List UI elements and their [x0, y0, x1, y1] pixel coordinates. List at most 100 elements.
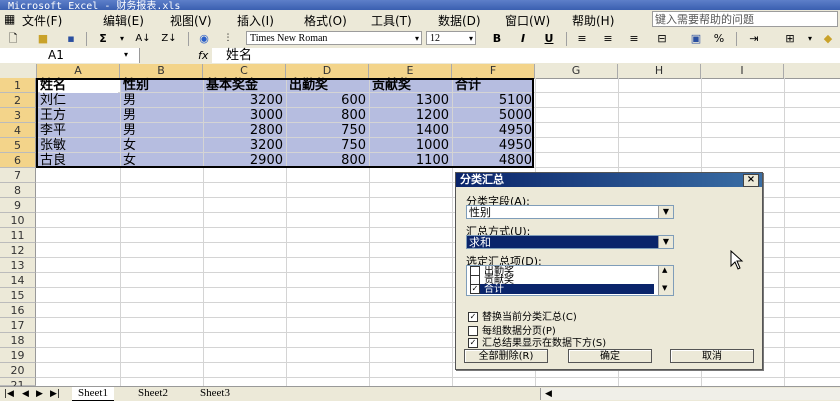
column-header-f[interactable]: F — [452, 64, 535, 78]
summary-below-option[interactable]: ✓ 汇总结果显示在数据下方(S) — [468, 334, 606, 349]
fill-color-icon[interactable]: ◆ — [820, 31, 836, 46]
chevron-down-icon[interactable]: ▾ — [415, 32, 419, 46]
chevron-down-icon[interactable]: ▾ — [806, 31, 814, 46]
bold-button[interactable]: B — [490, 31, 504, 46]
scroll-down-icon[interactable]: ▼ — [662, 284, 667, 292]
row-header[interactable]: 13 — [0, 258, 36, 273]
help-search-input[interactable]: 键入需要帮助的问题 — [652, 11, 838, 27]
row-header[interactable]: 18 — [0, 333, 36, 348]
menu-view[interactable]: 视图(V) — [170, 12, 212, 29]
align-center-icon[interactable]: ≡ — [600, 31, 616, 46]
group-field-select[interactable]: 性别 ▼ — [466, 205, 674, 219]
list-item-selected[interactable]: ✓ 合计 — [470, 284, 654, 295]
replace-subtotals-option[interactable]: ✓ 替换当前分类汇总(C) — [468, 308, 577, 323]
percent-button[interactable]: % — [712, 31, 726, 46]
scroll-up-icon[interactable]: ▲ — [662, 266, 667, 274]
function-select[interactable]: 求和 ▼ — [466, 235, 674, 249]
row-header[interactable]: 9 — [0, 198, 36, 213]
menu-data[interactable]: 数据(D) — [438, 12, 481, 29]
sort-descending-icon[interactable]: Z↓ — [160, 31, 178, 46]
menu-format[interactable]: 格式(O) — [304, 12, 347, 29]
column-header-a[interactable]: A — [37, 64, 120, 78]
chevron-down-icon[interactable]: ▾ — [124, 50, 128, 59]
menu-insert[interactable]: 插入(I) — [237, 12, 274, 29]
row-header[interactable]: 11 — [0, 228, 36, 243]
italic-button[interactable]: I — [516, 31, 530, 46]
row-header[interactable]: 2 — [0, 93, 36, 108]
row-header[interactable]: 8 — [0, 183, 36, 198]
ok-button[interactable]: 确定 — [568, 349, 652, 363]
row-header[interactable]: 5 — [0, 138, 36, 153]
name-box[interactable]: A1 — [0, 48, 140, 63]
checkbox-checked[interactable]: ✓ — [470, 284, 480, 294]
new-icon[interactable]: 🗋 — [6, 31, 20, 46]
first-sheet-icon[interactable]: |◀ — [4, 388, 14, 400]
currency-icon[interactable]: ▣ — [688, 31, 704, 46]
toolbar-options-icon[interactable]: ⋮ — [222, 31, 234, 46]
column-header-d[interactable]: D — [286, 64, 369, 78]
row-header[interactable]: 6 — [0, 153, 36, 168]
checkbox-checked[interactable]: ✓ — [468, 312, 478, 322]
help-icon[interactable]: ◉ — [196, 31, 212, 46]
underline-button[interactable]: U — [542, 31, 556, 46]
column-header-b[interactable]: B — [120, 64, 203, 78]
list-scrollbar[interactable]: ▲ ▼ — [658, 266, 673, 295]
menu-file[interactable]: 文件(F) — [22, 12, 62, 29]
cancel-button[interactable]: 取消 — [670, 349, 754, 363]
row-header[interactable]: 19 — [0, 348, 36, 363]
column-header-g[interactable]: G — [535, 64, 618, 78]
next-sheet-icon[interactable]: ▶ — [36, 388, 43, 400]
tab-sheet2[interactable]: Sheet2 — [132, 387, 174, 400]
chevron-down-icon[interactable]: ▼ — [658, 206, 673, 218]
tab-sheet3[interactable]: Sheet3 — [194, 387, 236, 400]
row-header[interactable]: 14 — [0, 273, 36, 288]
summary-items-list[interactable]: 出勤奖 贡献奖 ✓ 合计 ▲ ▼ — [466, 265, 674, 296]
menu-window[interactable]: 窗口(W) — [505, 12, 550, 29]
formula-input[interactable]: 姓名 — [212, 48, 840, 63]
row-header[interactable]: 20 — [0, 363, 36, 378]
menu-help[interactable]: 帮助(H) — [572, 12, 614, 29]
chevron-down-icon[interactable]: ▼ — [658, 236, 673, 248]
row-header[interactable]: 4 — [0, 123, 36, 138]
row-header[interactable]: 12 — [0, 243, 36, 258]
font-size-select[interactable]: 12 ▾ — [426, 31, 476, 45]
column-header-e[interactable]: E — [369, 64, 452, 78]
save-icon[interactable]: ▪ — [64, 31, 78, 46]
scroll-left-icon[interactable]: ◀ — [545, 388, 552, 400]
remove-all-button[interactable]: 全部删除(R) — [464, 349, 548, 363]
chevron-down-icon[interactable]: ▾ — [118, 31, 126, 46]
horizontal-scrollbar[interactable]: ◀ — [540, 388, 840, 400]
function-icon[interactable]: fx — [198, 48, 208, 63]
chevron-down-icon[interactable]: ▾ — [469, 32, 473, 46]
close-icon[interactable]: × — [743, 174, 759, 187]
row-header[interactable]: 17 — [0, 318, 36, 333]
excel-doc-icon[interactable]: ▦ — [4, 12, 15, 26]
menu-edit[interactable]: 编辑(E) — [103, 12, 144, 29]
dialog-title-bar[interactable]: 分类汇总 × — [456, 173, 762, 187]
column-header-i[interactable]: I — [701, 64, 784, 78]
indent-icon[interactable]: ⇥ — [746, 31, 762, 46]
prev-sheet-icon[interactable]: ◀ — [22, 388, 29, 400]
font-name-select[interactable]: Times New Roman ▾ — [246, 31, 422, 45]
column-header-j[interactable] — [784, 64, 840, 78]
row-header[interactable]: 15 — [0, 288, 36, 303]
row-header[interactable]: 21 — [0, 378, 36, 392]
column-header-h[interactable]: H — [618, 64, 701, 78]
checkbox-checked[interactable]: ✓ — [468, 338, 478, 348]
row-header[interactable]: 10 — [0, 213, 36, 228]
row-header[interactable]: 1 — [0, 78, 36, 93]
borders-icon[interactable]: ⊞ — [782, 31, 798, 46]
align-right-icon[interactable]: ≡ — [626, 31, 642, 46]
menu-tools[interactable]: 工具(T) — [371, 12, 412, 29]
row-header[interactable]: 16 — [0, 303, 36, 318]
row-header[interactable]: 7 — [0, 168, 36, 183]
open-icon[interactable]: ■ — [36, 31, 50, 46]
sort-ascending-icon[interactable]: A↓ — [134, 31, 152, 46]
align-left-icon[interactable]: ≡ — [574, 31, 590, 46]
autosum-icon[interactable]: Σ — [96, 31, 110, 46]
last-sheet-icon[interactable]: ▶| — [50, 388, 60, 400]
column-header-c[interactable]: C — [203, 64, 286, 78]
merge-center-icon[interactable]: ⊟ — [654, 31, 670, 46]
select-all-corner[interactable] — [0, 64, 37, 78]
tab-sheet1[interactable]: Sheet1 — [72, 387, 114, 401]
